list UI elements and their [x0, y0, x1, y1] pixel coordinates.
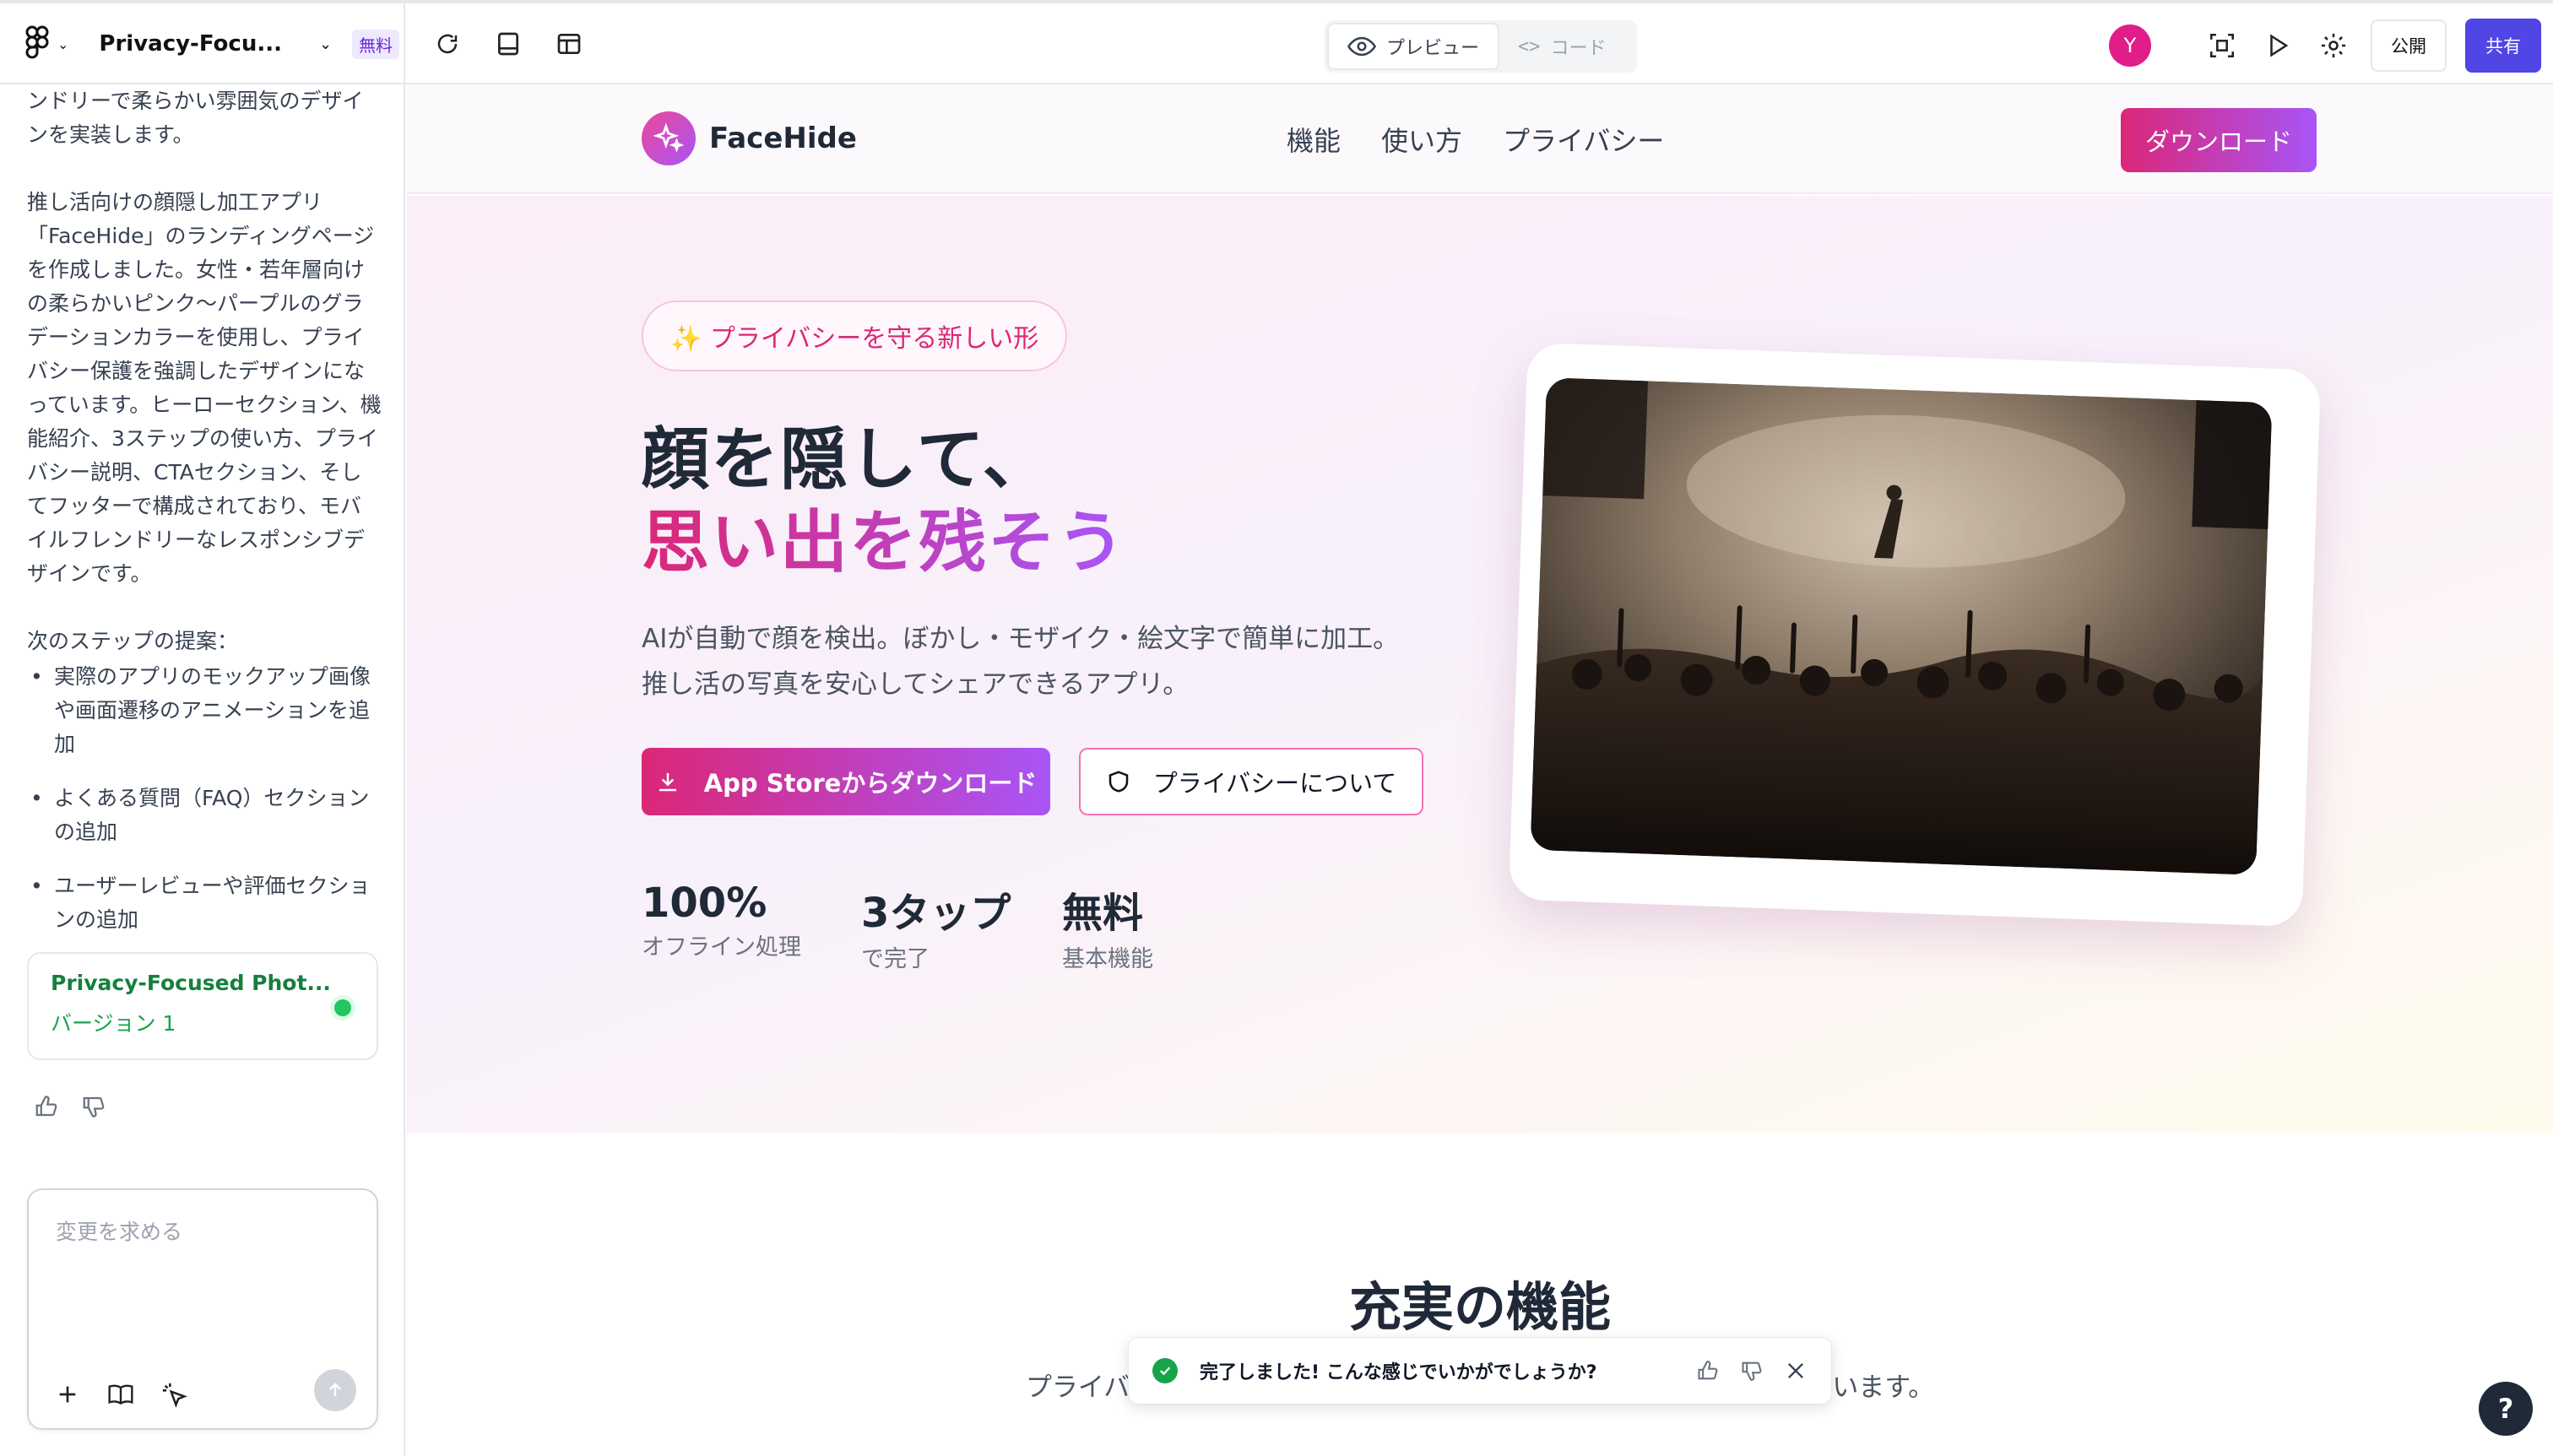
brand-name[interactable]: FaceHide	[709, 122, 857, 155]
assistant-message: ンドリーで柔らかい雰囲気のデザインを実装します。 推し活向けの顔隠し加工アプリ「…	[27, 84, 382, 957]
publish-button[interactable]: 公開	[2371, 19, 2447, 72]
project-header: ⌄ Privacy-Focu... ⌄ 無料	[0, 3, 405, 84]
toast-actions	[1696, 1359, 1808, 1383]
chat-panel: ンドリーで柔らかい雰囲気のデザインを実装します。 推し活向けの顔隠し加工アプリ「…	[0, 84, 405, 1456]
avatar[interactable]: Y	[2109, 24, 2151, 67]
close-icon[interactable]	[1784, 1359, 1808, 1383]
concert-photo	[1530, 377, 2273, 875]
message-feedback	[34, 1094, 106, 1119]
nav-link-features[interactable]: 機能	[1287, 120, 1341, 159]
nav-link-how-to[interactable]: 使い方	[1381, 120, 1462, 159]
send-button[interactable]	[314, 1369, 356, 1411]
next-steps-list: 実際のアプリのモックアップ画像や画面遷移のアニメーションを追加 よくある質問（F…	[27, 660, 382, 937]
toolbar-tools	[429, 25, 588, 62]
message-summary: 推し活向けの顔隠し加工アプリ「FaceHide」のランディングページを作成しまし…	[27, 190, 382, 586]
split-view-icon[interactable]	[550, 25, 588, 62]
gear-icon[interactable]	[2315, 27, 2352, 64]
shield-icon	[1108, 771, 1128, 793]
hero-lead: AIが自動で顔を検出。ぼかし・モザイク・絵文字で簡単に加工。 推し活の写真を安心…	[642, 616, 1401, 707]
play-icon[interactable]	[2259, 27, 2296, 64]
plus-icon[interactable]	[54, 1381, 81, 1408]
arrow-up-icon	[329, 1383, 341, 1396]
project-title[interactable]: Privacy-Focu...	[99, 31, 282, 57]
view-toggle: プレビュー <> コード	[1325, 20, 1637, 73]
code-icon: <>	[1518, 35, 1541, 57]
refresh-icon[interactable]	[429, 25, 466, 62]
eye-icon	[1347, 36, 1376, 57]
tab-preview[interactable]: プレビュー	[1327, 23, 1500, 70]
preview-canvas: FaceHide 機能 使い方 プライバシー ダウンロード ✨ プライバシーを守…	[407, 84, 2553, 1456]
stat-label: 基本機能	[1062, 946, 1153, 972]
stat-free: 無料 基本機能	[1062, 880, 1153, 973]
status-dot-icon	[334, 999, 351, 1016]
composer-input[interactable]: 変更を求める	[56, 1215, 182, 1246]
nav-link-privacy[interactable]: プライバシー	[1503, 120, 1664, 159]
tab-code[interactable]: <> コード	[1499, 23, 1625, 70]
toast-message: 完了しました! こんな感じでいかがでしょうか?	[1200, 1362, 1597, 1383]
tab-code-label: コード	[1550, 38, 1607, 59]
app-window: ⌄ Privacy-Focu... ⌄ 無料 プレビュー <> コード Y 公開…	[0, 0, 2553, 1456]
hero-lead-line1: AIが自動で顔を検出。ぼかし・モザイク・絵文字で簡単に加工。	[642, 624, 1400, 654]
stat-label: で完了	[861, 946, 930, 972]
stat-taps: 3タップ で完了	[861, 880, 1011, 973]
completion-toast: 完了しました! こんな感じでいかがでしょうか?	[1128, 1337, 1832, 1405]
hero-headline-line2: 思い出を残そう	[642, 488, 1126, 586]
composer-tools	[54, 1381, 189, 1410]
share-button[interactable]: 共有	[2465, 19, 2541, 73]
landing-nav-links: 機能 使い方 プライバシー	[1287, 120, 1664, 159]
thumbs-down-icon[interactable]	[81, 1094, 106, 1119]
version-card-title: Privacy-Focused Phot...	[51, 971, 331, 995]
thumbs-up-icon[interactable]	[1696, 1359, 1720, 1383]
hero-lead-line2: 推し活の写真を安心してシェアできるアプリ。	[642, 669, 1190, 700]
tablet-view-icon[interactable]	[490, 25, 527, 62]
landing-navbar: FaceHide 機能 使い方 プライバシー ダウンロード	[407, 84, 2553, 194]
stat-value: 3タップ	[861, 890, 1011, 937]
thumbs-up-icon[interactable]	[34, 1094, 59, 1119]
help-button[interactable]: ?	[2479, 1382, 2533, 1436]
plan-badge: 無料	[352, 29, 400, 59]
magic-select-icon[interactable]	[160, 1381, 189, 1410]
figma-logo-icon[interactable]	[25, 25, 52, 62]
list-item: よくある質問（FAQ）セクションの追加	[27, 782, 382, 849]
hero-pill-badge: ✨ プライバシーを守る新しい形	[642, 300, 1068, 371]
toolbar-right: Y 公開 共有	[2109, 19, 2541, 73]
app-store-download-button[interactable]: App Storeからダウンロード	[642, 748, 1050, 815]
list-item: ユーザーレビューや評価セクションの追加	[27, 869, 382, 937]
chevron-down-icon[interactable]: ⌄	[319, 35, 332, 53]
features-title: 充実の機能	[1348, 1276, 1611, 1338]
next-steps-title: 次のステップの提案：	[27, 629, 239, 653]
download-icon	[659, 773, 676, 792]
thumbs-down-icon[interactable]	[1740, 1359, 1764, 1383]
frame-select-icon[interactable]	[2203, 27, 2241, 64]
privacy-info-label: プライバシーについて	[1152, 769, 1397, 798]
app-store-download-label: App Storeからダウンロード	[703, 769, 1038, 798]
privacy-info-button[interactable]: プライバシーについて	[1079, 748, 1423, 815]
version-label: バージョン 1	[51, 1011, 176, 1036]
top-bar: ⌄ Privacy-Focu... ⌄ 無料 プレビュー <> コード Y 公開…	[0, 0, 2553, 84]
stat-label: オフライン処理	[642, 934, 801, 961]
book-icon[interactable]	[106, 1381, 135, 1408]
tab-preview-label: プレビュー	[1386, 38, 1480, 59]
nav-download-button[interactable]: ダウンロード	[2121, 108, 2317, 172]
version-card[interactable]: Privacy-Focused Phot... バージョン 1	[27, 952, 378, 1060]
check-circle-icon	[1152, 1358, 1178, 1383]
stat-offline: 100% オフライン処理	[642, 880, 801, 961]
list-item: 実際のアプリのモックアップ画像や画面遷移のアニメーションを追加	[27, 660, 382, 761]
chevron-down-icon[interactable]: ⌄	[57, 36, 68, 52]
hero-section: ✨ プライバシーを守る新しい形 顔を隠して、 思い出を残そう AIが自動で顔を検…	[407, 196, 2553, 1133]
chat-composer[interactable]: 変更を求める	[27, 1188, 378, 1430]
sparkle-logo-icon[interactable]	[642, 111, 696, 165]
stat-value: 100%	[642, 880, 767, 927]
stat-value: 無料	[1062, 890, 1144, 937]
message-text: ンドリーで柔らかい雰囲気のデザインを実装します。	[27, 89, 364, 147]
